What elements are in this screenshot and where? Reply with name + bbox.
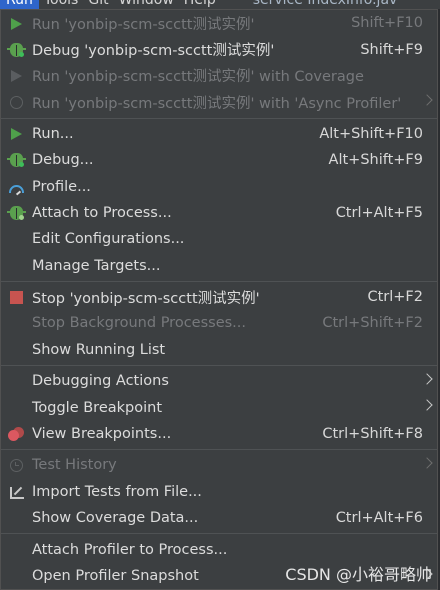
breakpoints-icon [8,426,25,443]
menu-item-toggle-breakpoint[interactable]: Toggle Breakpoint [1,394,437,420]
watermark: CSDN @小裕哥略帅 [285,565,432,584]
menubar-tools[interactable]: Tools [39,0,84,9]
menu-separator [1,117,437,119]
menu-item-view-breakpoints[interactable]: View Breakpoints... Ctrl+Shift+F8 [1,421,437,447]
menu-item-stop-background-processes: Stop Background Processes... Ctrl+Shift+F… [1,310,437,336]
menubar-git[interactable]: Git [83,0,113,9]
menu-item-shortcut: Shift+F9 [360,41,423,58]
menu-item-shortcut: Ctrl+F2 [367,289,423,306]
menu-item-test-history: Test History [1,452,437,478]
menu-item-label: Toggle Breakpoint [32,399,163,416]
menu-separator [1,533,437,535]
menu-item-label: Test History [32,457,117,474]
menu-item-shortcut: Alt+Shift+F9 [328,152,423,169]
menu-item-shortcut: Shift+F10 [351,15,423,32]
menu-item-run[interactable]: Run... Alt+Shift+F10 [1,121,437,147]
menu-item-manage-targets[interactable]: Manage Targets... [1,253,437,279]
menu-item-label: Run 'yonbip-scm-scctt测试实例' with 'Async P… [32,95,402,112]
stop-icon [8,289,25,306]
attach-bug-icon [7,205,26,222]
menu-bar: Run Tools Git Window Help service IndexI… [0,0,440,9]
menu-item-debug-yonbip-scm-scctt[interactable]: Debug 'yonbip-scm-scctt测试实例' Shift+F9 [1,36,437,62]
menu-item-import-tests-from-file[interactable]: Import Tests from File... [1,479,437,505]
import-tests-icon [8,484,25,501]
menu-item-label: Edit Configurations... [32,231,185,248]
menu-item-label: Debugging Actions [32,373,169,390]
debug-bug-icon [7,41,26,58]
menu-item-show-coverage-data[interactable]: Show Coverage Data... Ctrl+Alt+F6 [1,505,437,531]
menu-item-run-yonbip-scm-scctt: Run 'yonbip-scm-scctt测试实例' Shift+F10 [1,10,437,36]
menubar-run[interactable]: Run [0,0,39,9]
debug-bug-icon [7,152,26,169]
profile-gauge-icon [8,178,25,195]
coverage-icon [8,68,25,85]
run-menu-dropdown: Run 'yonbip-scm-scctt测试实例' Shift+F10 Debug… [0,9,438,590]
menu-item-attach-profiler-to-process[interactable]: Attach Profiler to Process... [1,536,437,562]
play-icon [8,126,25,143]
menu-separator [1,280,437,282]
menu-item-shortcut: Ctrl+Shift+F8 [322,426,423,443]
menu-item-label: Run 'yonbip-scm-scctt测试实例' with Coverage [32,69,364,86]
menu-item-shortcut: Ctrl+Shift+F2 [322,315,423,332]
menu-item-label: Profile... [32,178,91,195]
menu-item-label: Attach Profiler to Process... [32,541,228,558]
menu-item-shortcut: Alt+Shift+F10 [319,125,423,142]
menu-separator [1,449,437,451]
menubar-help[interactable]: Help [179,0,221,9]
menu-item-show-running-list[interactable]: Show Running List [1,337,437,363]
menu-item-label: Import Tests from File... [32,483,202,500]
menu-item-edit-configurations[interactable]: Edit Configurations... [1,226,437,252]
menu-item-run-yonbip-scm-scctt-with-coverage: Run 'yonbip-scm-scctt测试实例' with Coverage [1,63,437,89]
menu-item-debug[interactable]: Debug... Alt+Shift+F9 [1,147,437,173]
play-icon [8,15,25,32]
menu-item-shortcut: Ctrl+Alt+F5 [335,204,423,221]
menu-item-debugging-actions[interactable]: Debugging Actions [1,368,437,394]
menu-item-run-yonbip-scm-scctt-with-async-profiler: Run 'yonbip-scm-scctt测试实例' with 'Async P… [1,89,437,115]
menu-item-label: Show Running List [32,341,166,358]
menubar-window[interactable]: Window [114,0,179,9]
editor-tab-title[interactable]: service IndexInfo.jav [253,0,398,9]
menu-item-stop-yonbip-scm-scctt[interactable]: Stop 'yonbip-scm-scctt测试实例' Ctrl+F2 [1,284,437,310]
menu-item-profile[interactable]: Profile... [1,173,437,199]
menu-separator [1,365,437,367]
test-history-clock-icon [8,457,25,474]
async-profiler-icon [8,94,25,111]
menu-item-shortcut: Ctrl+Alt+F6 [335,510,423,527]
menu-item-attach-to-process[interactable]: Attach to Process... Ctrl+Alt+F5 [1,200,437,226]
menu-item-label: Manage Targets... [32,257,161,274]
